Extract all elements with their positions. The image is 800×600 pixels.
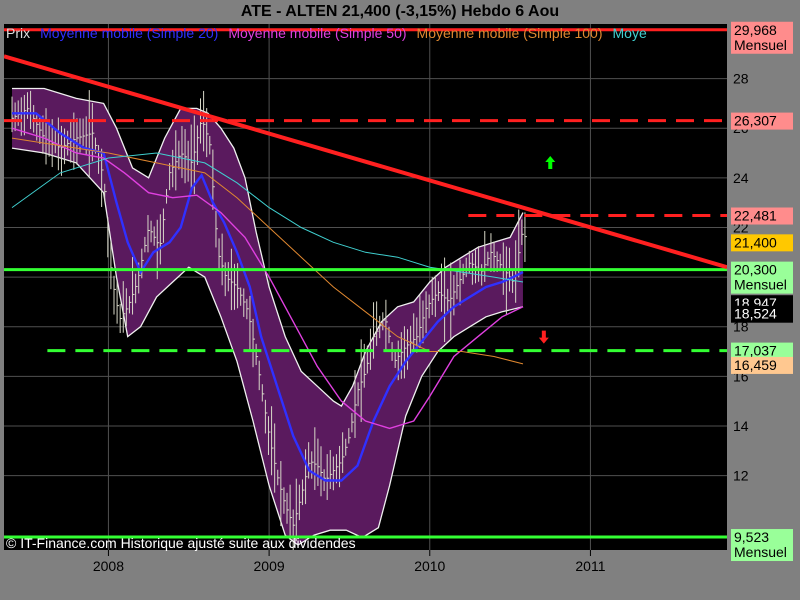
price-label-period: Mensuel xyxy=(734,37,787,53)
legend-entry: Prix xyxy=(6,25,30,41)
y-tick-label: 14 xyxy=(733,418,749,434)
x-tick-label: 2010 xyxy=(414,558,445,574)
legend-entry: Moyenne mobile (Simple 100) xyxy=(417,25,603,41)
price-label-value: 20,300 xyxy=(734,262,777,278)
x-tick-label: 2009 xyxy=(254,558,285,574)
price-label-value: 9,523 xyxy=(734,529,769,545)
price-label-value: 29,968 xyxy=(734,22,777,38)
stock-chart: Prix Moyenne mobile (Simple 20) Moyenne mo… xyxy=(4,21,793,574)
y-tick-label: 24 xyxy=(733,170,749,186)
price-label-value: 22,481 xyxy=(734,208,777,224)
y-tick-label: 12 xyxy=(733,468,749,484)
x-tick-label: 2008 xyxy=(93,558,124,574)
footer-note: © IT-Finance.com Historique ajusté suite… xyxy=(6,535,356,551)
price-label-value: 21,400 xyxy=(734,234,777,250)
legend-entry: Moye xyxy=(613,25,647,41)
price-label-value: 16,459 xyxy=(734,357,777,373)
x-tick-label: 2011 xyxy=(575,558,605,574)
price-label-period: Mensuel xyxy=(734,544,787,560)
price-label-period: Mensuel xyxy=(734,277,787,293)
price-label-value: 26,307 xyxy=(734,113,777,129)
y-tick-label: 28 xyxy=(733,71,749,87)
legend-entry: Moyenne mobile (Simple 20) xyxy=(40,25,218,41)
price-label-value: 18,524 xyxy=(734,306,777,322)
legend-entry: Moyenne mobile (Simple 50) xyxy=(228,25,406,41)
